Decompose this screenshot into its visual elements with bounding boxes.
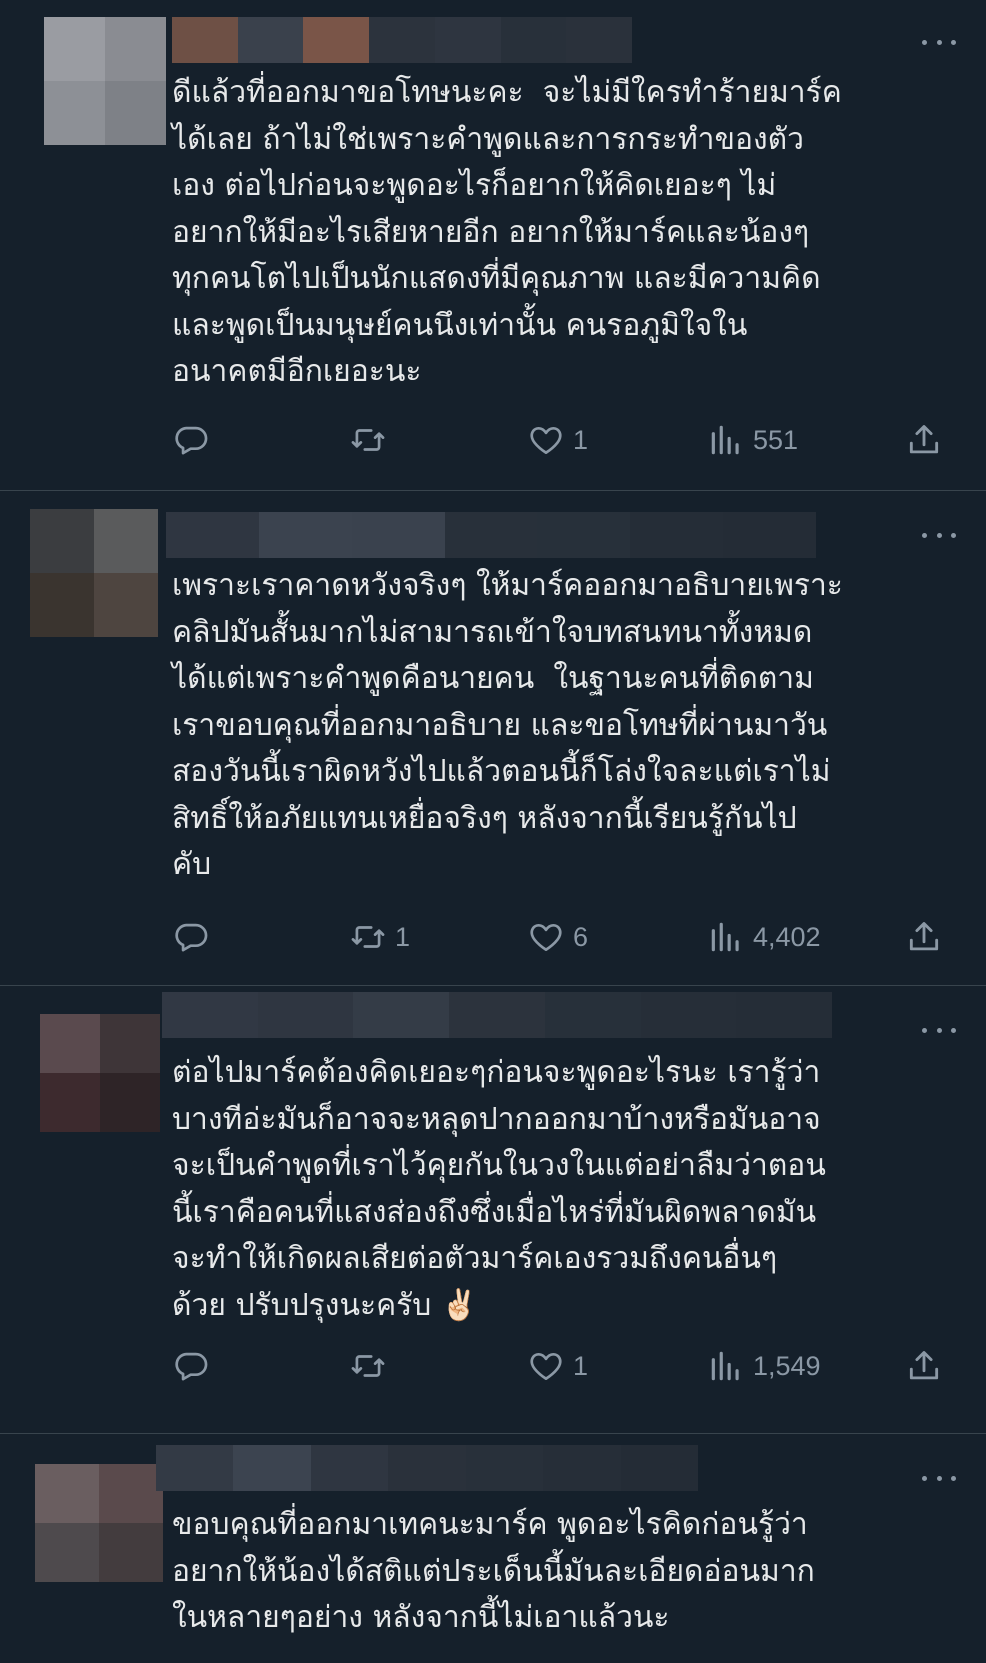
reply-icon bbox=[175, 1352, 208, 1381]
like-button[interactable]: 1 bbox=[527, 418, 588, 462]
share-icon bbox=[909, 1351, 939, 1380]
like-button[interactable]: 6 bbox=[527, 915, 588, 959]
heart-icon bbox=[530, 923, 562, 952]
like-count: 1 bbox=[573, 424, 589, 455]
retweet-button[interactable]: 1 bbox=[349, 915, 410, 959]
views-button[interactable]: 551 bbox=[707, 418, 798, 462]
avatar[interactable] bbox=[30, 509, 158, 637]
action-bar: 1 551 bbox=[172, 418, 952, 462]
action-bar: 1 1,549 bbox=[172, 1344, 952, 1388]
author-name-redacted[interactable] bbox=[162, 992, 833, 1038]
reply-button[interactable] bbox=[172, 915, 210, 959]
share-icon bbox=[909, 425, 939, 454]
more-icon[interactable] bbox=[922, 34, 956, 50]
more-icon[interactable] bbox=[922, 527, 956, 543]
share-button[interactable] bbox=[905, 418, 943, 462]
reply-card-2[interactable]: เพราะเราคาดหวังจริงๆ ให้มาร์คออกมาอธิบาย… bbox=[0, 491, 986, 986]
reply-button[interactable] bbox=[172, 418, 210, 462]
reply-icon bbox=[175, 923, 208, 952]
reply-button[interactable] bbox=[172, 1344, 210, 1388]
share-icon bbox=[909, 922, 939, 951]
views-icon bbox=[711, 1351, 739, 1381]
retweet-icon bbox=[351, 1355, 385, 1377]
reply-text: ดีแล้วที่ออกมาขอโทษนะคะ จะไม่มีใครทำร้าย… bbox=[172, 75, 842, 389]
retweet-icon bbox=[351, 926, 385, 948]
author-name-redacted[interactable] bbox=[166, 512, 817, 558]
retweet-button[interactable] bbox=[349, 1344, 387, 1388]
action-bar: 1 6 4,402 bbox=[172, 915, 952, 959]
reply-text: ขอบคุณที่ออกมาเทคนะมาร์ค พูดอะไรคิดก่อนร… bbox=[172, 1507, 815, 1635]
more-icon[interactable] bbox=[922, 1022, 956, 1038]
like-count: 6 bbox=[573, 921, 589, 952]
like-count: 1 bbox=[573, 1350, 589, 1381]
views-icon bbox=[711, 425, 739, 455]
view-count: 4,402 bbox=[753, 921, 821, 952]
reply-text: เพราะเราคาดหวังจริงๆ ให้มาร์คออกมาอธิบาย… bbox=[172, 568, 843, 882]
share-button[interactable] bbox=[905, 915, 943, 959]
heart-icon bbox=[530, 426, 562, 455]
reply-text: ต่อไปมาร์คต้องคิดเยอะๆก่อนจะพูดอะไรนะ เร… bbox=[172, 1055, 826, 1323]
avatar[interactable] bbox=[35, 1464, 163, 1582]
reply-icon bbox=[175, 426, 208, 455]
avatar[interactable] bbox=[44, 17, 166, 145]
view-count: 1,549 bbox=[753, 1350, 821, 1381]
like-button[interactable]: 1 bbox=[527, 1344, 588, 1388]
views-button[interactable]: 4,402 bbox=[707, 915, 821, 959]
reply-card-3[interactable]: ต่อไปมาร์คต้องคิดเยอะๆก่อนจะพูดอะไรนะ เร… bbox=[0, 986, 986, 1434]
reply-card-4[interactable]: ขอบคุณที่ออกมาเทคนะมาร์ค พูดอะไรคิดก่อนร… bbox=[0, 1434, 986, 1663]
more-icon[interactable] bbox=[922, 1470, 956, 1486]
views-icon bbox=[711, 922, 739, 952]
retweet-icon bbox=[351, 429, 385, 451]
view-count: 551 bbox=[753, 424, 799, 455]
views-button[interactable]: 1,549 bbox=[707, 1344, 821, 1388]
author-name-redacted[interactable] bbox=[156, 1445, 698, 1491]
retweet-count: 1 bbox=[395, 921, 411, 952]
share-button[interactable] bbox=[905, 1344, 943, 1388]
author-name-redacted[interactable] bbox=[172, 17, 633, 63]
heart-icon bbox=[530, 1352, 562, 1381]
avatar[interactable] bbox=[40, 1014, 160, 1132]
reply-card-1[interactable]: ดีแล้วที่ออกมาขอโทษนะคะ จะไม่มีใครทำร้าย… bbox=[0, 0, 986, 491]
retweet-button[interactable] bbox=[349, 418, 387, 462]
